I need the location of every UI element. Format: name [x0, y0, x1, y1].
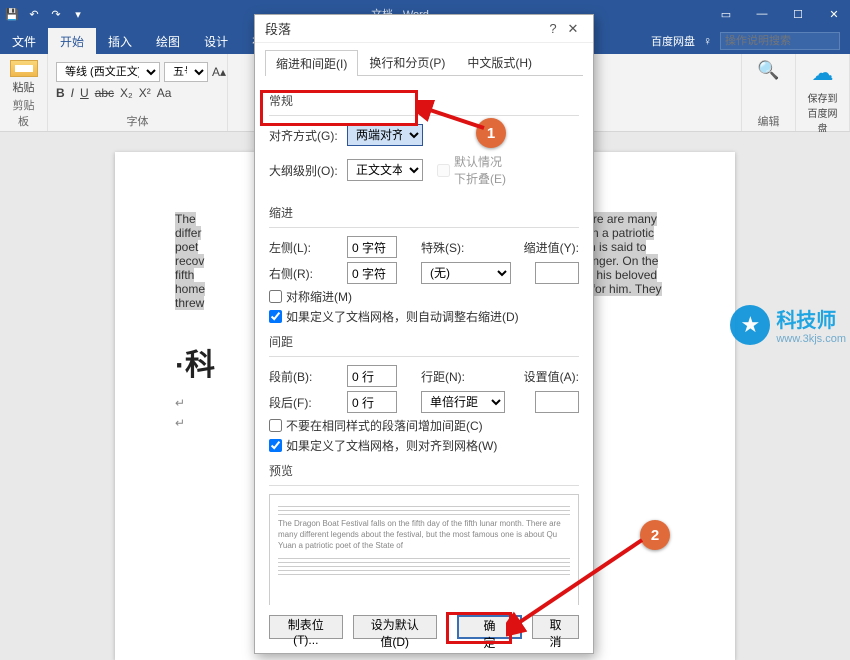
ok-button[interactable]: 确定 — [457, 615, 522, 639]
dialog-close-icon[interactable]: ✕ — [563, 21, 583, 37]
font-group-label: 字体 — [56, 111, 219, 129]
dialog-tabs: 缩进和间距(I) 换行和分页(P) 中文版式(H) — [265, 49, 583, 76]
tab-home[interactable]: 开始 — [48, 28, 96, 54]
dialog-body: 常规 对齐方式(G): 两端对齐 大纲级别(O): 正文文本 默认情况下折叠(E… — [255, 76, 593, 605]
indent-by-input[interactable] — [535, 262, 579, 284]
annotation-badge-1: 1 — [476, 118, 506, 148]
align-label: 对齐方式(G): — [269, 127, 341, 144]
save-icon[interactable]: 💾 — [4, 6, 20, 22]
help-icon[interactable]: ? — [543, 21, 563, 36]
tab-line-page[interactable]: 换行和分页(P) — [358, 49, 456, 75]
snap-to-grid-checkbox[interactable] — [269, 439, 282, 452]
font-name-select[interactable]: 等线 (西文正文) — [56, 62, 160, 82]
mirror-indent-checkbox[interactable] — [269, 290, 282, 303]
watermark-logo-icon: ★ — [730, 305, 770, 345]
tab-file[interactable]: 文件 — [0, 28, 48, 54]
indent-right-label: 右侧(R): — [269, 265, 341, 282]
preview-text: The Dragon Boat Festival falls on the fi… — [278, 518, 570, 552]
collapse-checkbox — [437, 164, 450, 177]
bold-button[interactable]: B — [56, 86, 65, 100]
font-group: 等线 (西文正文) 五号 A▴ B I U abc X₂ X² Aa 字体 — [48, 54, 228, 131]
space-before-input[interactable] — [347, 365, 397, 387]
ribbon-options-icon[interactable]: ▭ — [714, 8, 738, 21]
space-after-label: 段后(F): — [269, 394, 341, 411]
outline-level-select[interactable]: 正文文本 — [347, 159, 423, 181]
maximize-icon[interactable]: ☐ — [786, 8, 810, 21]
paste-icon[interactable] — [10, 60, 38, 77]
subscript-button[interactable]: X₂ — [120, 86, 133, 100]
annotation-badge-2: 2 — [640, 520, 670, 550]
edit-group-label: 编辑 — [750, 111, 787, 129]
edit-group: 🔍 编辑 — [742, 54, 796, 131]
dialog-buttons: 制表位(T)... 设为默认值(D) 确定 取消 — [255, 605, 593, 653]
tab-indent-spacing[interactable]: 缩进和间距(I) — [265, 50, 358, 76]
tell-me-search[interactable] — [720, 32, 840, 50]
spacing-at-label: 设置值(A): — [524, 368, 579, 385]
close-icon[interactable]: ✕ — [822, 8, 846, 21]
space-after-input[interactable] — [347, 391, 397, 413]
tell-me-icon: ♀ — [703, 34, 712, 48]
alignment-select[interactable]: 两端对齐 — [347, 124, 423, 146]
no-space-same-style-checkbox[interactable] — [269, 419, 282, 432]
watermark-name: 科技师 — [776, 310, 836, 332]
section-preview: 预览 — [269, 462, 579, 479]
paragraph-dialog: 段落 ? ✕ 缩进和间距(I) 换行和分页(P) 中文版式(H) 常规 对齐方式… — [254, 14, 594, 654]
tabs-button[interactable]: 制表位(T)... — [269, 615, 343, 639]
tab-chinese[interactable]: 中文版式(H) — [456, 49, 543, 75]
cancel-button[interactable]: 取消 — [532, 615, 579, 639]
font-size-select[interactable]: 五号 — [164, 62, 208, 82]
tab-draw[interactable]: 绘图 — [144, 28, 192, 54]
italic-button[interactable]: I — [71, 86, 74, 100]
line-spacing-label: 行距(N): — [421, 368, 471, 385]
strike-button[interactable]: abc — [95, 86, 114, 100]
minimize-icon[interactable]: — — [750, 8, 774, 21]
redo-icon[interactable]: ↷ — [48, 6, 64, 22]
auto-adjust-indent-checkbox[interactable] — [269, 310, 282, 323]
line-spacing-select[interactable]: 单倍行距 — [421, 391, 505, 413]
clipboard-group: 粘贴 剪贴板 — [0, 54, 48, 131]
cloud-icon[interactable]: ☁ — [810, 60, 836, 86]
baidu-save-group: ☁ 保存到 百度网盘 保存 — [796, 54, 850, 131]
preview-box: The Dragon Boat Festival falls on the fi… — [269, 494, 579, 605]
dialog-titlebar[interactable]: 段落 ? ✕ — [255, 15, 593, 43]
special-indent-select[interactable]: (无) — [421, 262, 511, 284]
section-spacing: 间距 — [269, 333, 579, 350]
special-label: 特殊(S): — [421, 239, 471, 256]
watermark: ★ 科技师 www.3kjs.com — [730, 304, 846, 345]
clipboard-group-label: 剪贴板 — [8, 95, 39, 129]
indent-left-input[interactable] — [347, 236, 397, 258]
outline-label: 大纲级别(O): — [269, 162, 341, 179]
indent-right-input[interactable] — [347, 262, 397, 284]
set-default-button[interactable]: 设为默认值(D) — [353, 615, 437, 639]
space-before-label: 段前(B): — [269, 368, 341, 385]
superscript-button[interactable]: X² — [139, 86, 151, 100]
spacing-at-input[interactable] — [535, 391, 579, 413]
undo-icon[interactable]: ↶ — [26, 6, 42, 22]
dialog-title: 段落 — [265, 19, 291, 38]
tab-baidu[interactable]: 百度网盘 — [651, 33, 695, 49]
watermark-url: www.3kjs.com — [776, 333, 846, 345]
change-case-button[interactable]: Aa — [157, 86, 172, 100]
indent-by-label: 缩进值(Y): — [524, 239, 579, 256]
window-controls: ▭ — ☐ ✕ — [714, 8, 846, 21]
find-icon[interactable]: 🔍 — [756, 60, 782, 86]
quick-access-toolbar: 💾 ↶ ↷ ▾ — [4, 6, 86, 22]
section-indent: 缩进 — [269, 204, 579, 221]
underline-button[interactable]: U — [80, 86, 89, 100]
tab-insert[interactable]: 插入 — [96, 28, 144, 54]
indent-left-label: 左侧(L): — [269, 239, 341, 256]
qat-more-icon[interactable]: ▾ — [70, 6, 86, 22]
tab-design[interactable]: 设计 — [192, 28, 240, 54]
grow-font-icon[interactable]: A▴ — [212, 65, 226, 79]
section-general: 常规 — [269, 92, 579, 109]
paste-label: 粘贴 — [13, 79, 35, 95]
